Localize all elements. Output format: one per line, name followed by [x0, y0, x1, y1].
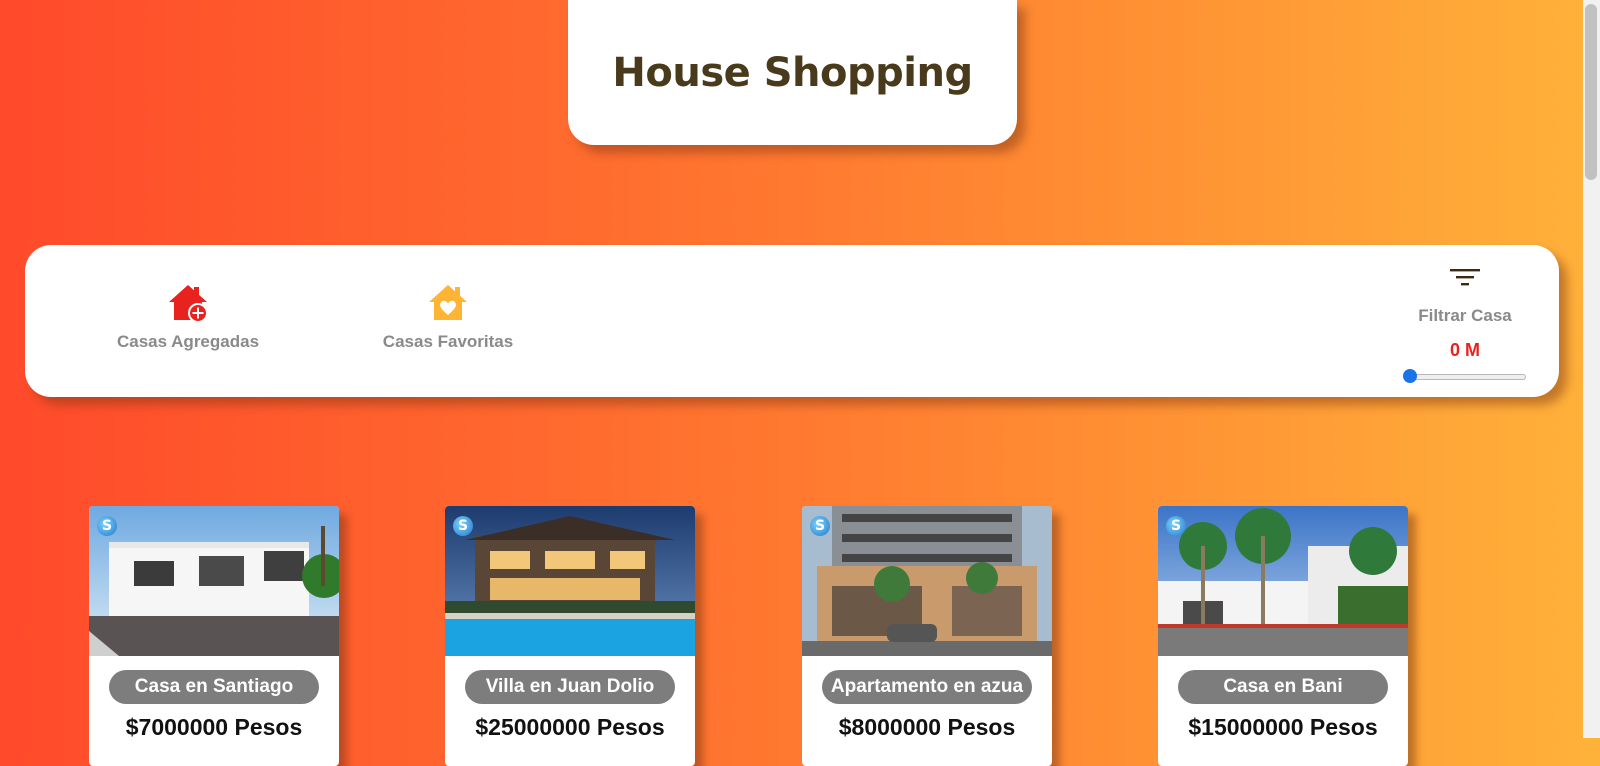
- filter-panel: Filtrar Casa 0 M: [1385, 265, 1545, 385]
- listing-price: $25000000 Pesos: [475, 714, 665, 740]
- price-filter-slider[interactable]: [1403, 367, 1526, 385]
- brand-logo-icon: S: [810, 516, 830, 536]
- listing-name[interactable]: Casa en Santiago: [109, 670, 319, 704]
- filter-value: 0 M: [1449, 340, 1480, 360]
- listing-card[interactable]: S Casa en Santiago $7000000 Pesos: [89, 506, 339, 766]
- brand-logo-icon: S: [453, 516, 473, 536]
- filter-icon[interactable]: [1448, 265, 1482, 294]
- brand-logo-icon: S: [1166, 516, 1186, 536]
- page-title: House Shopping: [612, 49, 973, 96]
- listing-photo[interactable]: S: [802, 506, 1052, 656]
- scrollbar-thumb[interactable]: [1585, 4, 1597, 180]
- listing-card[interactable]: S Villa en Juan Dolio $25000000 Pesos: [445, 506, 695, 766]
- listing-name[interactable]: Villa en Juan Dolio: [465, 670, 675, 704]
- listing-photo[interactable]: S: [445, 506, 695, 656]
- listing-name[interactable]: Apartamento en azua: [822, 670, 1032, 704]
- title-card: House Shopping: [568, 0, 1017, 145]
- listing-price: $15000000 Pesos: [1188, 714, 1378, 740]
- listing-name[interactable]: Casa en Bani: [1178, 670, 1388, 704]
- listing-card[interactable]: S Casa en Bani $15000000 Pesos: [1158, 506, 1408, 766]
- listing-card[interactable]: S Apartamento en azua $8000000 Pesos: [802, 506, 1052, 766]
- brand-logo-icon: S: [97, 516, 117, 536]
- listing-photo[interactable]: S: [1158, 506, 1408, 656]
- house-add-icon: [167, 283, 209, 328]
- slider-track: [1404, 374, 1526, 380]
- listing-grid: S Casa en Santiago $7000000 Pesos S Vill…: [0, 506, 1600, 766]
- listing-price: $8000000 Pesos: [838, 714, 1016, 740]
- toolbar: Casas Agregadas Casas Favoritas Filtrar …: [25, 245, 1559, 397]
- house-heart-icon: [427, 283, 469, 328]
- added-houses-label: Casas Agregadas: [116, 332, 260, 351]
- filter-label: Filtrar Casa: [1418, 306, 1512, 325]
- favorite-houses-label: Casas Favoritas: [382, 332, 514, 351]
- added-houses-button[interactable]: Casas Agregadas: [113, 283, 263, 352]
- listing-photo[interactable]: S: [89, 506, 339, 656]
- page-scrollbar[interactable]: [1583, 0, 1600, 738]
- favorite-houses-button[interactable]: Casas Favoritas: [363, 283, 533, 352]
- slider-thumb[interactable]: [1403, 369, 1417, 383]
- listing-price: $7000000 Pesos: [125, 714, 303, 740]
